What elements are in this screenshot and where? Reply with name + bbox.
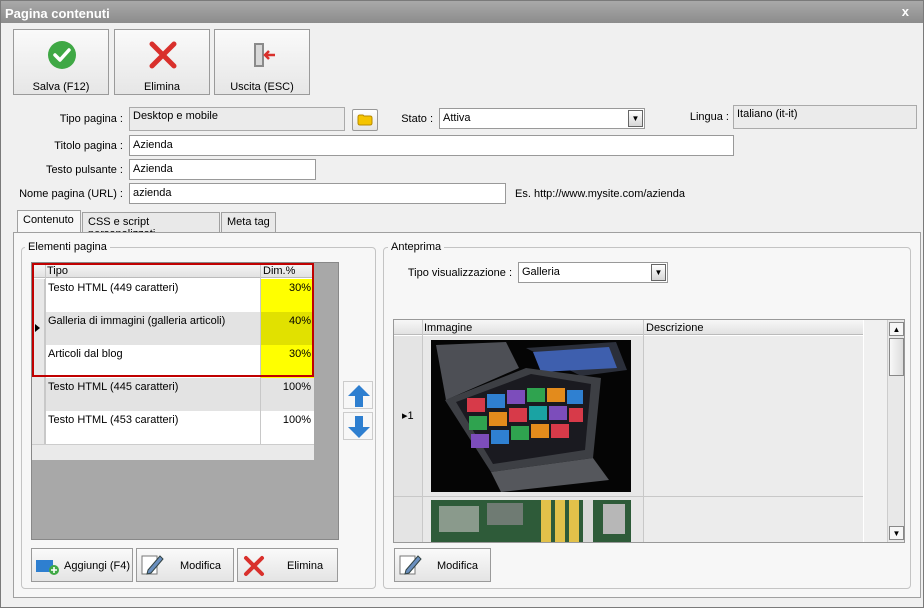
chevron-down-icon[interactable]: ▼ (628, 110, 643, 127)
view-type-select[interactable]: Galleria ▼ (518, 262, 668, 283)
titolo-input[interactable]: Azienda (129, 135, 734, 156)
testo-pulsante-input[interactable]: Azienda (129, 159, 316, 180)
delete-element-label: Elimina (287, 560, 324, 572)
view-type-value: Galleria (522, 266, 560, 278)
elementi-title: Elementi pagina (25, 241, 110, 253)
scrollbar-thumb[interactable] (889, 338, 904, 376)
testo-pulsante-label: Testo pulsante : (45, 164, 123, 176)
empty-row (32, 444, 314, 460)
arrow-up-icon (348, 385, 370, 407)
close-icon[interactable]: x (902, 4, 909, 19)
grid-line (394, 496, 863, 497)
titolo-label: Titolo pagina : (54, 140, 123, 152)
row-tipo: Testo HTML (445 caratteri) (48, 381, 179, 393)
lingua-field: Italiano (it-it) (733, 105, 917, 129)
row-selector[interactable] (32, 411, 45, 444)
scroll-up-icon[interactable]: ▲ (889, 322, 904, 336)
highlight-box (32, 263, 314, 377)
chevron-down-icon[interactable]: ▼ (651, 264, 666, 281)
open-folder-button[interactable] (352, 109, 378, 131)
delete-x-icon (149, 41, 177, 69)
edit-preview-label: Modifica (437, 560, 478, 572)
row-selector[interactable] (32, 378, 45, 411)
stato-select[interactable]: Attiva ▼ (439, 108, 645, 129)
add-element-button[interactable]: Aggiungi (F4) (31, 548, 133, 582)
preview-row-number: ▸1 (402, 410, 414, 422)
column-header-descrizione[interactable]: Descrizione (646, 322, 703, 334)
delete-element-button[interactable]: Elimina (237, 548, 338, 582)
tipo-pagina-label: Tipo pagina : (59, 113, 123, 125)
motherboard-image (431, 500, 631, 542)
window: Pagina contenuti x Salva (F12) Elimina U… (0, 0, 924, 608)
tipo-pagina-field: Desktop e mobile (129, 107, 345, 131)
exit-label: Uscita (ESC) (230, 81, 294, 93)
move-down-button[interactable] (343, 412, 373, 440)
row-tipo: Testo HTML (453 caratteri) (48, 414, 179, 426)
stato-label: Stato : (401, 113, 433, 125)
tab-contenuto[interactable]: Contenuto (17, 210, 81, 233)
add-element-icon (36, 560, 59, 575)
delete-label: Elimina (143, 81, 181, 93)
grid-line (422, 320, 423, 542)
delete-button[interactable]: Elimina (114, 29, 210, 95)
save-button[interactable]: Salva (F12) (13, 29, 109, 95)
nome-pagina-label: Nome pagina (URL) : (19, 188, 123, 200)
arrow-down-icon (348, 416, 370, 438)
lingua-label: Lingua : (689, 111, 729, 123)
save-label: Salva (F12) (32, 81, 90, 93)
scroll-down-icon[interactable]: ▼ (889, 526, 904, 540)
move-up-button[interactable] (343, 381, 373, 409)
add-element-label: Aggiungi (F4) (64, 560, 131, 572)
exit-button[interactable]: Uscita (ESC) (214, 29, 310, 95)
folder-icon (357, 114, 373, 126)
edit-pencil-icon (141, 555, 164, 575)
row-dim: 100% (282, 381, 311, 393)
column-header-immagine[interactable]: Immagine (424, 322, 472, 334)
edit-element-label: Modifica (180, 560, 221, 572)
exit-door-icon (254, 43, 275, 67)
stato-value: Attiva (443, 112, 471, 124)
view-type-label: Tipo visualizzazione : (407, 267, 512, 279)
laptop-image (431, 340, 631, 492)
title-bar: Pagina contenuti x (1, 1, 923, 23)
nome-pagina-input[interactable]: azienda (129, 183, 506, 204)
tab-css-script[interactable]: CSS e script personalizzati (82, 212, 220, 240)
tab-meta-tag[interactable]: Meta tag (221, 212, 276, 232)
window-title: Pagina contenuti (5, 6, 110, 21)
description-column-bg (643, 336, 863, 542)
grid-line (643, 320, 644, 542)
vertical-scrollbar[interactable]: ▲ ▼ (887, 320, 904, 542)
url-example: Es. http://www.mysite.com/azienda (515, 188, 685, 200)
checkmark-icon (48, 41, 76, 69)
delete-x-icon (244, 556, 264, 576)
anteprima-title: Anteprima (388, 241, 445, 253)
table-row[interactable]: Testo HTML (445 caratteri) 100% (32, 378, 314, 411)
edit-element-button[interactable]: Modifica (136, 548, 234, 582)
edit-preview-button[interactable]: Modifica (394, 548, 491, 582)
table-row[interactable]: Testo HTML (453 caratteri) 100% (32, 411, 314, 444)
row-selector-column (394, 336, 422, 542)
row-dim: 100% (282, 414, 311, 426)
edit-pencil-icon (399, 555, 422, 575)
preview-grid[interactable]: Immagine Descrizione ▸1 ▲ ▼ (393, 319, 905, 543)
